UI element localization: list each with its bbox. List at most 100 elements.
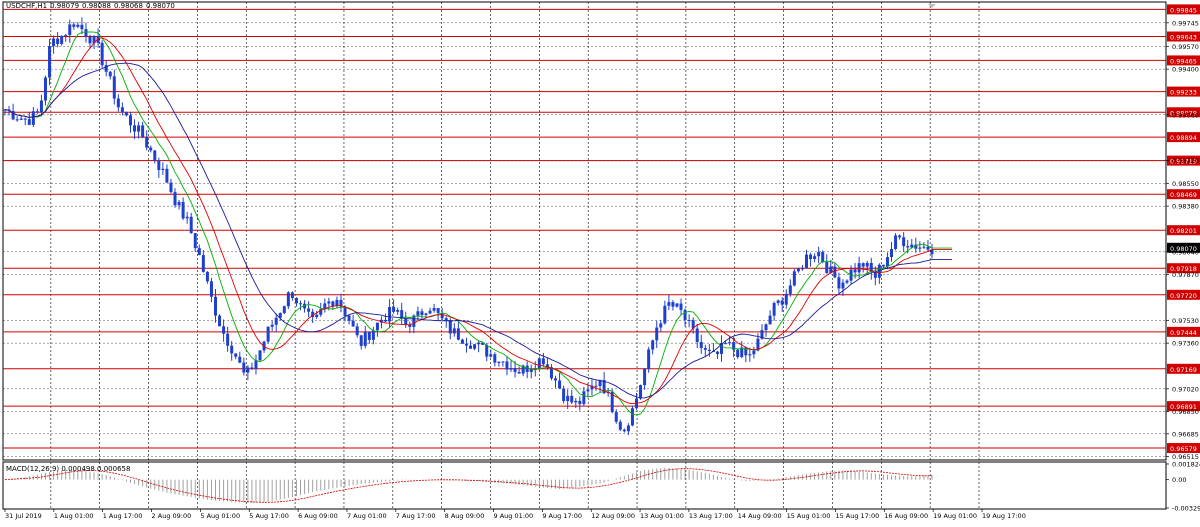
ohlc-high: 0.98088 xyxy=(82,2,111,10)
candle-body xyxy=(679,303,683,310)
candle-body xyxy=(501,361,505,363)
chart-canvas[interactable]: 0.998450.996430.994650.992330.990790.988… xyxy=(0,0,1200,523)
level-price-label: 0.97444 xyxy=(1170,329,1197,337)
symbol-info-label: USDCHF,H1 0.98079 0.98088 0.98068 0.98070 xyxy=(6,2,178,10)
candle-body xyxy=(108,71,112,77)
macd-label: MACD(12,26,9) xyxy=(6,465,60,473)
candle-body xyxy=(39,100,43,113)
candle-body xyxy=(525,365,529,373)
candle-body xyxy=(922,246,926,248)
time-axis-label: 1 Aug 17:00 xyxy=(103,512,143,520)
candle-body xyxy=(56,38,60,44)
candle-body xyxy=(375,322,379,331)
time-axis-label: 14 Aug 09:00 xyxy=(738,512,782,520)
candle-body xyxy=(489,354,493,357)
candle-body xyxy=(177,201,181,206)
candle-body xyxy=(497,361,501,363)
time-axis-label: 5 Aug 01:00 xyxy=(200,512,240,520)
time-axis-label: 12 Aug 09:00 xyxy=(591,512,635,520)
candle-body xyxy=(307,308,311,312)
time-axis-label: 2 Aug 09:00 xyxy=(152,512,192,520)
candle-body xyxy=(286,292,290,307)
candle-body xyxy=(784,293,788,305)
level-price-label: 0.99845 xyxy=(1170,6,1197,14)
candle-body xyxy=(436,308,440,313)
candle-body xyxy=(161,168,165,170)
candle-body xyxy=(116,98,120,108)
candle-body xyxy=(274,317,278,325)
macd-info-label: MACD(12,26,9) 0.000498 0.000658 xyxy=(6,465,130,473)
level-price-label: 0.99643 xyxy=(1170,34,1197,42)
candle-body xyxy=(630,408,634,426)
candle-body xyxy=(788,285,792,294)
level-price-label: 0.97720 xyxy=(1170,292,1197,300)
symbol-timeframe: USDCHF,H1 xyxy=(6,2,48,10)
candle-body xyxy=(250,367,254,369)
candle-body xyxy=(238,356,242,363)
level-price-label: 0.98894 xyxy=(1170,134,1197,142)
candle-body xyxy=(707,349,711,352)
candle-body xyxy=(392,306,396,312)
macd-main-value: 0.000498 xyxy=(61,465,95,473)
candle-body xyxy=(43,77,47,101)
time-axis-label: 16 Aug 09:00 xyxy=(884,512,928,520)
candle-body xyxy=(861,263,865,267)
candle-body xyxy=(246,367,250,373)
time-axis-label: 19 Aug 17:00 xyxy=(982,512,1026,520)
candle-body xyxy=(331,301,335,307)
time-axis-label: 6 Aug 09:00 xyxy=(298,512,338,520)
candle-body xyxy=(509,368,513,370)
candle-body xyxy=(80,24,84,30)
candle-body xyxy=(898,235,902,238)
ohlc-low: 0.98068 xyxy=(113,2,143,10)
candle-body xyxy=(926,246,930,250)
macd-axis-label: -0.003298 xyxy=(1172,505,1200,513)
level-price-label: 0.99465 xyxy=(1170,57,1197,65)
candle-body xyxy=(821,252,825,263)
time-axis-label: 15 Aug 17:00 xyxy=(835,512,879,520)
candle-body xyxy=(687,320,691,322)
level-price-label: 0.97169 xyxy=(1170,366,1197,374)
candle-body xyxy=(626,425,630,432)
candle-body xyxy=(169,182,173,193)
chart-window[interactable]: 0.99845 0.99643 0.99465 0.99233 0.99079 0.988… xyxy=(0,0,1200,523)
price-axis-label: 0.97020 xyxy=(1172,385,1199,393)
candle-body xyxy=(736,349,740,358)
candle-body xyxy=(853,269,857,273)
candle-body xyxy=(234,353,238,357)
candle-body xyxy=(137,125,141,132)
candle-body xyxy=(294,298,298,304)
candle-body xyxy=(594,385,598,387)
candle-body xyxy=(885,257,889,267)
candle-body xyxy=(460,339,464,344)
candle-body xyxy=(464,343,468,346)
candle-body xyxy=(165,168,169,183)
candle-body xyxy=(185,216,189,219)
price-axis-label: 0.98550 xyxy=(1172,180,1199,188)
candle-body xyxy=(780,300,784,305)
current-price-label: 0.98070 xyxy=(1170,245,1197,253)
candle-body xyxy=(586,389,590,392)
time-axis-label: 15 Aug 01:00 xyxy=(787,512,831,520)
candle-body xyxy=(384,319,388,322)
candle-body xyxy=(230,345,234,354)
candle-body xyxy=(469,345,473,349)
candle-body xyxy=(197,248,201,256)
candle-body xyxy=(363,331,367,346)
candle-body xyxy=(639,385,643,399)
candle-body xyxy=(562,388,566,402)
time-axis-label: 13 Aug 01:00 xyxy=(640,512,684,520)
level-price-label: 0.98469 xyxy=(1170,191,1197,199)
candle-body xyxy=(800,268,804,270)
price-axis-label: 0.99745 xyxy=(1172,19,1199,27)
candle-body xyxy=(833,266,837,278)
candle-body xyxy=(477,342,481,345)
candle-body xyxy=(618,421,622,430)
candle-body xyxy=(643,368,647,386)
time-axis-label: 1 Aug 01:00 xyxy=(54,512,94,520)
candle-body xyxy=(72,24,76,27)
price-axis-label: 0.98380 xyxy=(1172,203,1199,211)
price-axis-label: 0.99060 xyxy=(1172,111,1199,119)
candle-body xyxy=(622,429,626,432)
candle-body xyxy=(416,311,420,316)
